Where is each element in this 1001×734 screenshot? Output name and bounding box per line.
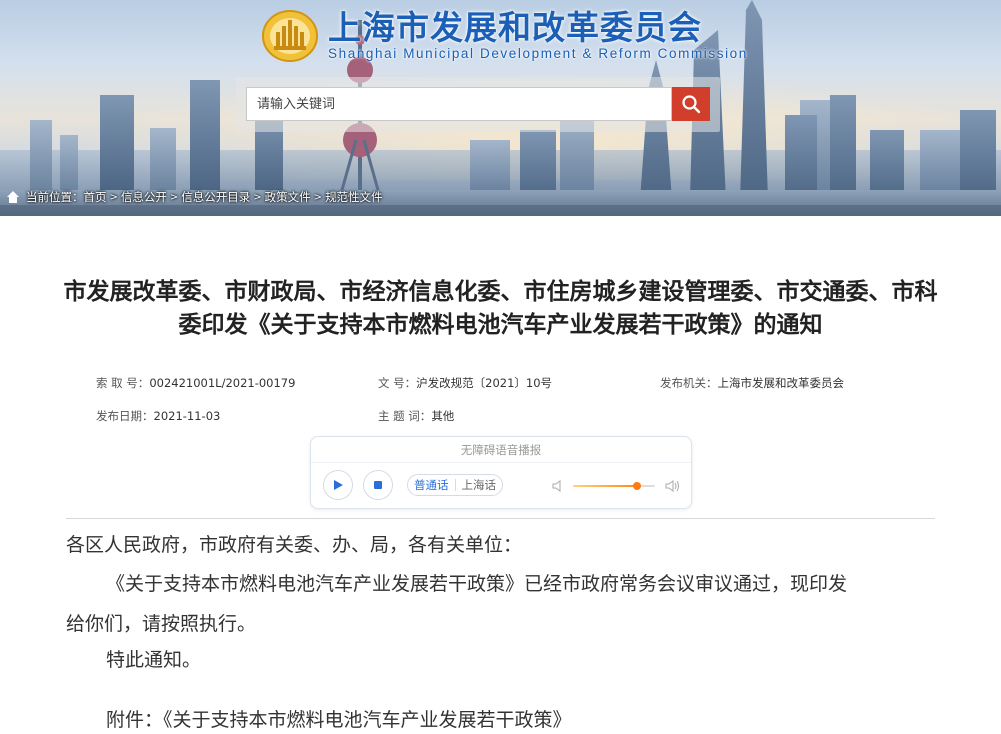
breadcrumb-item-info-catalog[interactable]: 信息公开目录 bbox=[181, 189, 250, 205]
language-switch: 普通话 上海话 bbox=[407, 474, 503, 496]
meta-index-number: 索 取 号：002421001L/2021-00179 bbox=[96, 375, 295, 391]
volume-slider[interactable] bbox=[573, 482, 655, 490]
meta-doc-number: 文 号：沪发改规范〔2021〕10号 bbox=[378, 375, 552, 391]
meta-publisher-value: 上海市发展和改革委员会 bbox=[717, 376, 845, 390]
article-title: 市发展改革委、市财政局、市经济信息化委、市住房城乡建设管理委、市交通委、市科 委… bbox=[0, 276, 1001, 342]
lang-option-mandarin[interactable]: 普通话 bbox=[408, 475, 455, 495]
search-bar bbox=[236, 77, 720, 132]
meta-subject: 主 题 词：其他 bbox=[378, 408, 454, 424]
breadcrumb: 当前位置： 首页 > 信息公开 > 信息公开目录 > 政策文件 > 规范性文件 bbox=[0, 187, 383, 207]
breadcrumb-item-normative-docs[interactable]: 规范性文件 bbox=[325, 189, 383, 205]
volume-low-icon[interactable] bbox=[551, 479, 565, 493]
meta-publisher-label: 发布机关： bbox=[660, 376, 718, 390]
stop-button[interactable] bbox=[363, 470, 393, 500]
header-banner: 上海市发展和改革委员会 Shanghai Municipal Developme… bbox=[0, 0, 1001, 216]
breadcrumb-item-policy-docs[interactable]: 政策文件 bbox=[265, 189, 311, 205]
player-title: 无障碍语音播报 bbox=[311, 437, 691, 463]
meta-index-value: 002421001L/2021-00179 bbox=[149, 376, 296, 390]
breadcrumb-prefix: 当前位置： bbox=[26, 190, 84, 204]
meta-publisher: 发布机关：上海市发展和改革委员会 bbox=[660, 375, 844, 391]
meta-subject-label: 主 题 词： bbox=[378, 409, 432, 423]
search-button[interactable] bbox=[672, 87, 710, 121]
breadcrumb-item-info-disclosure[interactable]: 信息公开 bbox=[121, 189, 167, 205]
search-input[interactable] bbox=[246, 87, 672, 121]
volume-high-icon[interactable] bbox=[665, 479, 681, 493]
meta-index-label: 索 取 号： bbox=[96, 376, 150, 390]
volume-handle[interactable] bbox=[632, 482, 641, 490]
body-paragraph-2: 特此通知。 bbox=[106, 649, 202, 671]
article-title-line1: 市发展改革委、市财政局、市经济信息化委、市住房城乡建设管理委、市交通委、市科 bbox=[63, 279, 938, 305]
accessibility-audio-player: 无障碍语音播报 普通话 上海话 bbox=[310, 436, 692, 509]
meta-doc-no-value: 沪发改规范〔2021〕10号 bbox=[416, 376, 553, 390]
breadcrumb-separator: > bbox=[109, 191, 118, 203]
volume-control bbox=[551, 477, 683, 495]
article-title-line2: 委印发《关于支持本市燃料电池汽车产业发展若干政策》的通知 bbox=[178, 312, 823, 338]
stop-icon bbox=[374, 481, 382, 489]
home-icon bbox=[7, 191, 19, 203]
breadcrumb-separator: > bbox=[169, 191, 179, 203]
meta-doc-no-label: 文 号： bbox=[378, 376, 417, 390]
play-icon bbox=[334, 480, 343, 490]
site-name-en: Shanghai Municipal Development & Reform … bbox=[328, 46, 748, 61]
breadcrumb-separator: > bbox=[313, 191, 323, 203]
emblem-icon bbox=[262, 10, 318, 62]
body-paragraph-1-line2: 给你们，请按照执行。 bbox=[66, 613, 257, 635]
volume-fill bbox=[573, 485, 637, 487]
attachment-link[interactable]: 附件：《关于支持本市燃料电池汽车产业发展若干政策》 bbox=[106, 708, 572, 732]
meta-date-value: 2021-11-03 bbox=[153, 409, 221, 423]
content-divider bbox=[66, 518, 935, 519]
play-button[interactable] bbox=[323, 470, 353, 500]
search-icon bbox=[682, 95, 701, 114]
salutation: 各区人民政府，市政府有关委、办、局，各有关单位： bbox=[66, 534, 523, 556]
lang-option-shanghainese[interactable]: 上海话 bbox=[456, 475, 503, 495]
site-name-cn: 上海市发展和改革委员会 bbox=[328, 8, 702, 47]
breadcrumb-separator: > bbox=[253, 191, 262, 203]
breadcrumb-item-home[interactable]: 首页 bbox=[84, 189, 107, 205]
site-logo[interactable]: 上海市发展和改革委员会 Shanghai Municipal Developme… bbox=[262, 6, 748, 66]
body-paragraph-1-line1: 《关于支持本市燃料电池汽车产业发展若干政策》已经市政府常务会议审议通过，现印发 bbox=[106, 573, 848, 595]
meta-publish-date: 发布日期：2021-11-03 bbox=[96, 408, 220, 424]
meta-subject-value: 其他 bbox=[431, 409, 455, 423]
meta-date-label: 发布日期： bbox=[96, 409, 154, 423]
